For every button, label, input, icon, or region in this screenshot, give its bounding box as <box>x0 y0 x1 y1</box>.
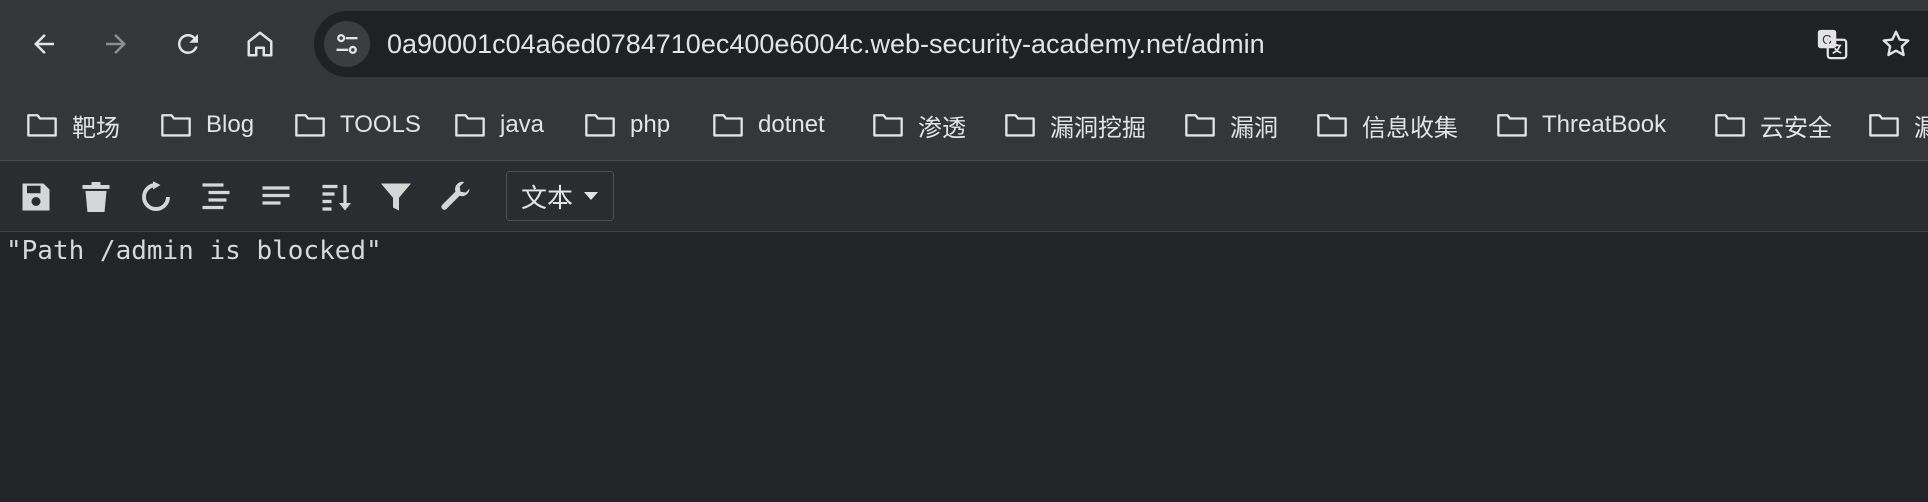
bookmark-label: 渗透 <box>918 114 966 142</box>
folder-icon <box>1185 114 1215 137</box>
sort-icon <box>322 184 351 211</box>
folder-icon <box>873 114 903 137</box>
mode-select[interactable]: 文本 <box>506 171 614 221</box>
bookmark-label: dotnet <box>758 111 825 138</box>
bookmark-folder[interactable]: java <box>454 102 544 148</box>
bookmark-label: ThreatBook <box>1542 111 1667 138</box>
settings-button[interactable] <box>436 177 476 217</box>
format-button[interactable] <box>196 177 236 217</box>
arrow-right-icon <box>106 34 126 54</box>
folder-icon <box>1005 114 1035 137</box>
bookmark-folder[interactable]: TOOLS <box>294 102 421 148</box>
bookmark-label: php <box>630 111 671 138</box>
bookmark-folder[interactable]: ThreatBook <box>1496 102 1666 148</box>
star-icon <box>1882 30 1910 57</box>
bookmark-label: 漏洞挖掘 <box>1050 114 1146 142</box>
folder-icon <box>27 114 57 137</box>
wrench-icon <box>441 181 470 210</box>
arrow-left-icon <box>34 34 54 54</box>
back-button[interactable] <box>20 20 68 68</box>
format-align-icon <box>202 183 230 210</box>
bookmark-folder[interactable]: Blog <box>160 102 254 148</box>
bookmark-folder[interactable]: php <box>584 102 670 148</box>
lines-icon <box>262 186 290 205</box>
bookmark-folder[interactable]: dotnet <box>712 102 825 148</box>
bookmark-label: 云安全 <box>1760 114 1832 142</box>
bookmark-label: TOOLS <box>340 111 421 138</box>
save-icon <box>22 183 50 211</box>
folder-icon <box>1715 114 1745 137</box>
folder-icon <box>1497 114 1527 137</box>
bookmark-label: Blog <box>206 111 255 138</box>
folder-icon <box>295 114 325 137</box>
bookmark-folder[interactable]: 靶场 <box>26 102 120 148</box>
reload-icon <box>177 33 198 54</box>
trash-icon <box>82 182 110 212</box>
bookmark-star-button[interactable] <box>1876 24 1916 64</box>
caret-down-icon <box>584 192 598 200</box>
address-bar[interactable]: 0a90001c04a6ed0784710ec400e6004c.web-sec… <box>314 11 1928 77</box>
folder-icon <box>713 114 743 137</box>
filter-icon <box>381 183 411 211</box>
url-text[interactable]: 0a90001c04a6ed0784710ec400e6004c.web-sec… <box>387 11 1265 77</box>
delete-button[interactable] <box>76 177 116 217</box>
bookmark-folder[interactable]: 信息收集 <box>1316 102 1458 148</box>
viewer-toolbar: 文本 <box>0 161 1928 232</box>
folder-icon <box>585 114 615 137</box>
bookmark-folder[interactable]: 漏 <box>1868 102 1928 148</box>
home-icon <box>247 31 273 57</box>
folder-icon <box>1317 114 1347 137</box>
translate-icon: G <box>1817 29 1848 60</box>
bookmark-label: 漏 <box>1914 114 1928 142</box>
bookmark-folder[interactable]: 漏洞 <box>1184 102 1278 148</box>
site-info-button[interactable] <box>324 21 370 67</box>
browser-top-bar: 0a90001c04a6ed0784710ec400e6004c.web-sec… <box>0 0 1928 90</box>
mode-select-value: 文本 <box>520 182 573 213</box>
bookmark-folder[interactable]: 漏洞挖掘 <box>1004 102 1146 148</box>
bookmark-folder[interactable]: 渗透 <box>872 102 966 148</box>
reload-button[interactable] <box>164 20 212 68</box>
tune-icon <box>336 34 358 54</box>
sort-button[interactable] <box>316 177 356 217</box>
filter-button[interactable] <box>376 177 416 217</box>
bookmarks-bar: 靶场 Blog TOOLS java php dotnet 渗透 漏洞挖掘 漏洞… <box>0 90 1928 160</box>
response-body: "Path /admin is blocked" <box>6 236 382 266</box>
forward-button[interactable] <box>92 20 140 68</box>
bookmark-label: 漏洞 <box>1230 114 1278 142</box>
refresh-icon <box>142 181 170 211</box>
folder-icon <box>455 114 485 137</box>
compact-button[interactable] <box>256 177 296 217</box>
folder-icon <box>161 114 191 137</box>
save-button[interactable] <box>16 177 56 217</box>
bookmark-label: 靶场 <box>72 114 120 142</box>
translate-button[interactable]: G <box>1812 24 1852 64</box>
refresh-button[interactable] <box>136 177 176 217</box>
bookmark-label: 信息收集 <box>1362 114 1458 142</box>
bookmark-folder[interactable]: 云安全 <box>1714 102 1832 148</box>
home-button[interactable] <box>236 20 284 68</box>
bookmark-label: java <box>500 111 545 138</box>
folder-icon <box>1869 114 1899 137</box>
